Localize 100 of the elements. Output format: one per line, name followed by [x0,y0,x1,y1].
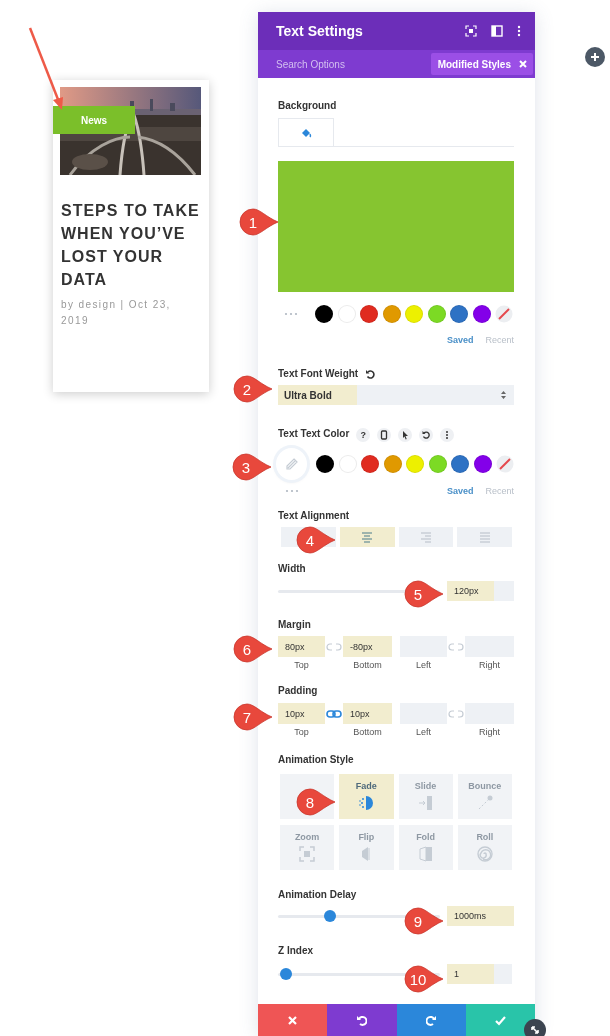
field-label: Animation Style [278,754,354,766]
no-color-swatch[interactable] [495,305,513,323]
animation-option[interactable]: Roll [457,825,512,870]
phone-icon[interactable] [377,428,392,442]
animation-option[interactable]: Bounce [457,774,512,819]
animation-option[interactable]: Flip [339,825,394,870]
color-swatch[interactable] [382,305,401,323]
callout-marker: 2 [233,375,273,403]
animation-option[interactable]: Zoom [280,825,335,870]
columns-icon[interactable] [491,25,503,37]
value-field[interactable]: 1 [447,964,512,984]
more-options-icon[interactable] [440,428,455,442]
callout-marker: 5 [404,580,444,608]
callout-marker: 7 [233,703,273,731]
save-button[interactable] [465,1004,535,1036]
callout-marker: 1 [239,208,279,236]
align-right-icon [418,530,433,544]
resize-icon [530,1025,540,1035]
side-label: Top [294,660,309,671]
filter-chip[interactable]: Modified Styles [430,53,533,75]
color-swatch[interactable] [361,455,379,473]
search-field[interactable]: Search Options [276,58,431,70]
color-swatch[interactable] [406,455,424,473]
select-field[interactable]: Ultra Bold [278,385,514,405]
value-field[interactable] [465,636,514,657]
panel-title: Text Settings [276,23,363,39]
add-button[interactable] [585,47,605,67]
side-label: Left [416,727,431,738]
side-label: Bottom [353,660,382,671]
undo-icon [356,1014,368,1026]
callout-marker: 9 [404,907,444,935]
value-field[interactable] [400,636,447,657]
resize-handle[interactable] [524,1019,546,1036]
side-label: Bottom [353,727,382,738]
value-field[interactable] [465,703,514,724]
field-label: Margin [278,619,311,631]
color-swatch[interactable] [315,305,333,323]
field-label: Text Text Color [278,428,350,440]
plus-icon [590,52,600,62]
field-label: Z Index [278,945,313,957]
undo-button[interactable] [327,1004,397,1036]
color-swatch[interactable] [472,305,491,323]
color-swatch[interactable] [451,455,469,473]
color-swatch[interactable] [383,455,402,473]
value-field[interactable] [400,703,447,724]
slider-thumb[interactable] [323,910,336,922]
value-field[interactable]: 10px [343,703,392,724]
help-icon[interactable]: ? [356,428,371,442]
field-label: Animation Delay [278,889,357,901]
callout-marker: 6 [233,635,273,663]
reset-icon[interactable] [419,428,434,442]
animation-option[interactable]: Fold [398,825,453,870]
select-arrows-icon [501,391,506,399]
callout-marker: 8 [296,788,336,816]
callout-marker: 10 [404,965,444,993]
paint-bucket-icon [300,126,312,139]
field-label: Text Font Weight [278,368,359,380]
field-label: Background [278,100,337,112]
reset-icon[interactable] [365,369,376,379]
value-field[interactable]: 120px [447,581,514,601]
side-label: Left [416,660,431,671]
check-icon [494,1014,506,1026]
field-label: Padding [278,685,318,697]
fade-icon [357,794,376,812]
roll-icon [475,845,494,863]
color-swatch[interactable] [428,455,447,473]
value-field[interactable]: 80px [278,636,325,657]
cursor-icon[interactable] [398,428,413,442]
color-swatch[interactable] [360,305,378,323]
animation-option[interactable]: Fade [339,774,394,819]
focus-icon[interactable] [465,25,477,37]
side-label: Top [294,727,309,738]
link-icon[interactable] [326,708,342,719]
menu-icon[interactable] [517,25,521,37]
discard-icon [287,1014,299,1026]
slider-thumb[interactable] [280,968,293,980]
color-picker-button[interactable] [276,448,307,480]
callout-marker: 3 [232,453,272,481]
color-swatch[interactable] [473,455,492,473]
field-label: Width [278,563,306,575]
fold-icon [416,845,435,863]
no-color-swatch[interactable] [496,455,514,473]
color-swatch[interactable] [316,455,334,473]
palette-tab[interactable]: Saved [446,485,474,497]
color-swatch[interactable] [405,305,423,323]
close-icon[interactable] [519,60,527,68]
animation-option[interactable]: Slide [398,774,453,819]
value-field[interactable]: 1000ms [447,906,514,926]
post-title: STEPS TO TAKE WHEN YOU’VE LOST YOUR DATA [61,201,201,290]
category-badge: News [53,106,135,134]
post-meta: by design | Oct 23, 2019 [61,298,172,328]
color-swatch[interactable] [450,305,468,323]
value-field[interactable]: 10px [278,703,325,724]
side-label: Right [479,727,500,738]
palette-tab[interactable]: Saved [446,334,474,346]
value-field[interactable]: -80px [343,636,392,657]
more-icon [285,489,299,493]
slide-icon [416,794,435,812]
color-swatch[interactable] [427,305,446,323]
side-label: Right [479,660,500,671]
